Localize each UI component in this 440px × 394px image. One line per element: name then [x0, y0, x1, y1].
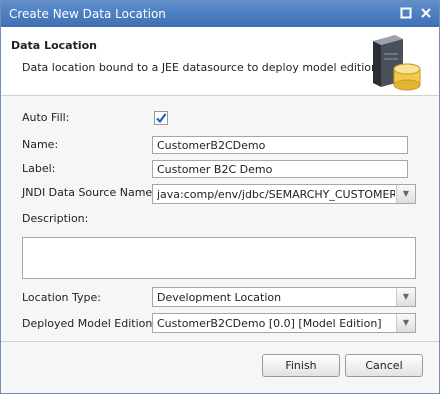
- header-description: Data location bound to a JEE datasource …: [22, 61, 388, 74]
- window-title: Create New Data Location: [9, 7, 166, 21]
- finish-button[interactable]: Finish: [262, 354, 340, 377]
- footer-divider: [1, 341, 439, 342]
- auto-fill-label: Auto Fill:: [22, 111, 70, 124]
- name-field[interactable]: [152, 136, 408, 154]
- title-bar[interactable]: Create New Data Location: [1, 1, 439, 27]
- server-database-icon: [367, 31, 423, 93]
- restore-icon[interactable]: [399, 6, 413, 20]
- deployed-edition-value: CustomerB2CDemo [0.0] [Model Edition]: [157, 317, 382, 330]
- location-type-select[interactable]: Development Location ▼: [152, 287, 416, 307]
- chevron-down-icon[interactable]: ▼: [396, 314, 415, 332]
- name-label: Name:: [22, 138, 59, 151]
- location-type-value: Development Location: [157, 291, 282, 304]
- auto-fill-checkbox[interactable]: [154, 111, 168, 125]
- jndi-label: JNDI Data Source Name:: [22, 186, 156, 199]
- jndi-value: java:comp/env/jdbc/SEMARCHY_CUSTOMER_B2C: [157, 188, 395, 201]
- create-data-location-dialog: Create New Data Location Data Location D…: [0, 0, 440, 394]
- label-label: Label:: [22, 162, 56, 175]
- location-type-label: Location Type:: [22, 291, 101, 304]
- cancel-button[interactable]: Cancel: [345, 354, 423, 377]
- chevron-down-icon[interactable]: ▼: [396, 185, 415, 203]
- header-title: Data Location: [11, 39, 97, 52]
- deployed-edition-label: Deployed Model Edition:: [22, 317, 157, 330]
- close-icon[interactable]: [419, 6, 433, 20]
- description-label: Description:: [22, 212, 89, 225]
- jndi-combo[interactable]: java:comp/env/jdbc/SEMARCHY_CUSTOMER_B2C…: [152, 184, 416, 204]
- description-field[interactable]: [22, 237, 416, 279]
- label-field[interactable]: [152, 160, 408, 178]
- checkmark-icon: [156, 113, 167, 124]
- chevron-down-icon[interactable]: ▼: [396, 288, 415, 306]
- deployed-edition-select[interactable]: CustomerB2CDemo [0.0] [Model Edition] ▼: [152, 313, 416, 333]
